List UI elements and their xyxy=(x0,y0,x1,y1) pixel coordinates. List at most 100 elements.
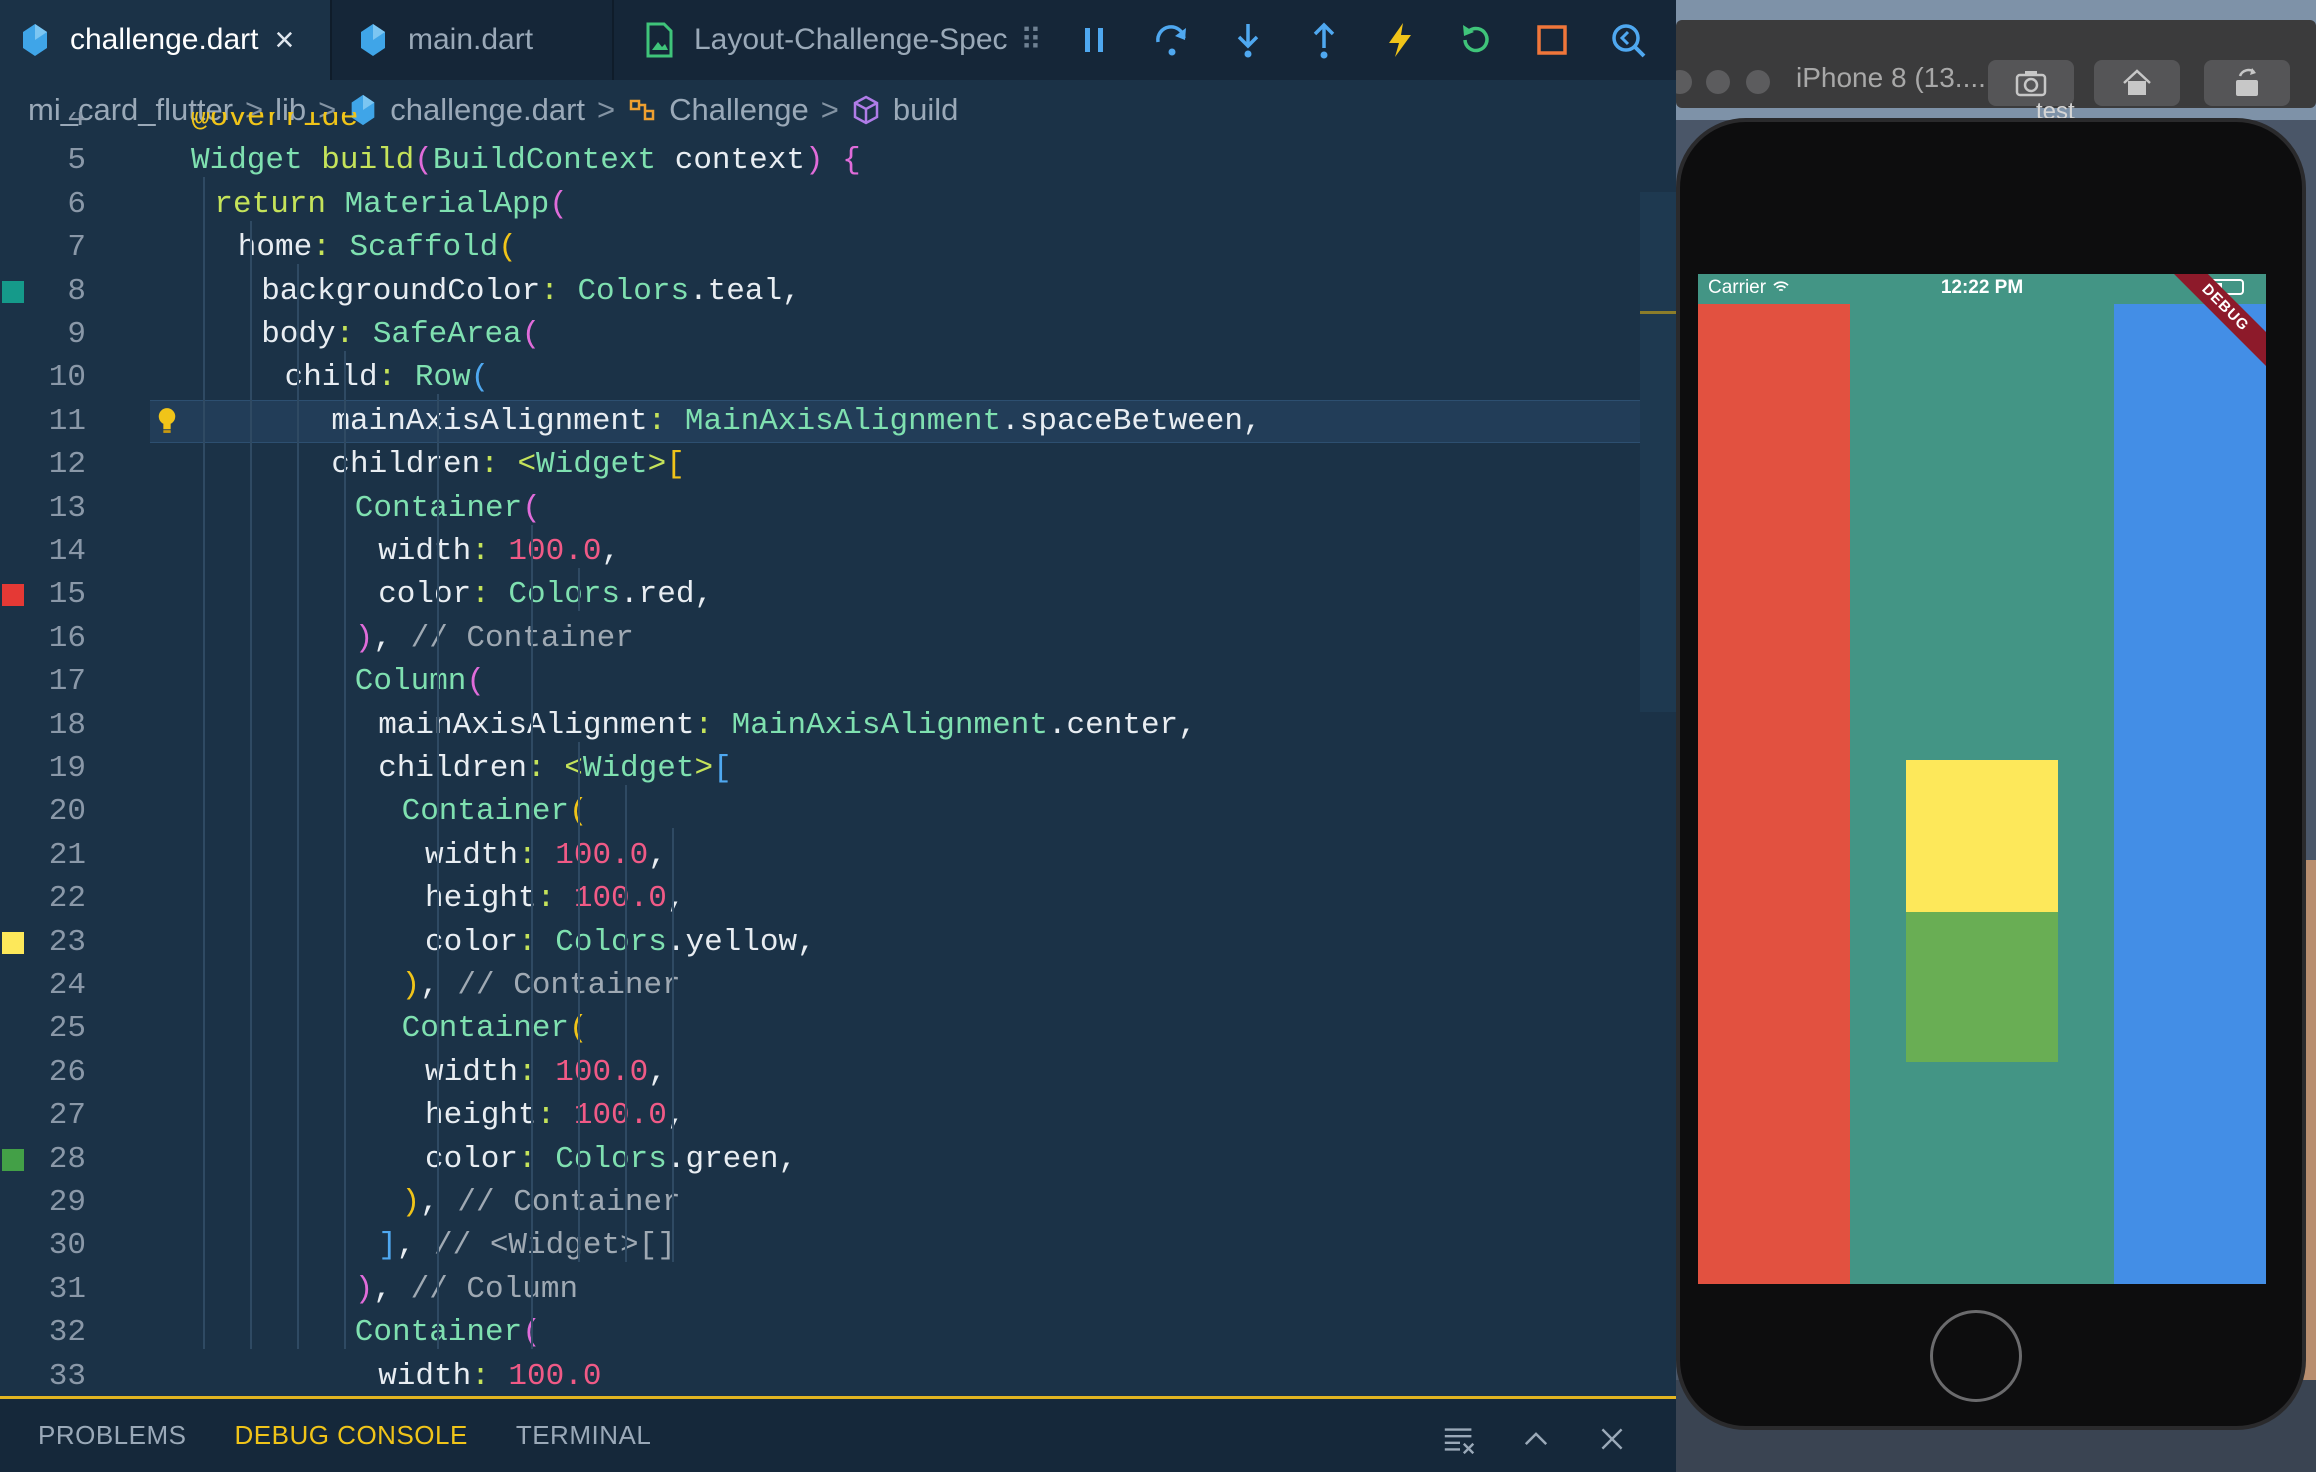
line-number: 28 xyxy=(48,1141,86,1177)
code-area[interactable]: 4 @override 5 Widget build(BuildContext con… xyxy=(0,112,1676,1396)
code-token: , xyxy=(601,534,621,569)
line-number: 22 xyxy=(48,881,86,917)
code-token: BuildContext xyxy=(432,143,657,179)
code-token: : xyxy=(694,707,714,743)
code-token: ) xyxy=(804,143,824,179)
tab-label: Layout-Challenge-Spec xyxy=(694,23,1008,56)
code-token: MaterialApp xyxy=(344,186,550,222)
code-text: ), // Container xyxy=(402,968,681,1003)
debug-toolbar: ⠿ xyxy=(1020,12,1676,68)
code-token: MainAxisAlignment xyxy=(731,707,1048,743)
code-line[interactable]: 4 @override xyxy=(0,112,1676,139)
simulator-title-bar[interactable]: iPhone 8 (13.... xyxy=(1676,20,2316,108)
line-number: 31 xyxy=(48,1271,86,1307)
code-token: children xyxy=(378,751,528,786)
code-token: .spaceBetween, xyxy=(1001,403,1262,439)
code-token: Colors xyxy=(577,273,690,309)
code-token: height xyxy=(425,1098,537,1134)
stop-icon[interactable] xyxy=(1524,12,1580,68)
step-into-icon[interactable] xyxy=(1220,12,1276,68)
code-token: context xyxy=(656,143,805,179)
line-number: 17 xyxy=(48,664,86,700)
code-token: : xyxy=(335,317,355,352)
close-icon[interactable] xyxy=(1592,1419,1632,1459)
code-token: , xyxy=(396,1228,435,1264)
code-token: SafeArea xyxy=(372,317,522,352)
line-number: 29 xyxy=(48,1185,86,1220)
chevron-up-icon[interactable] xyxy=(1516,1419,1556,1459)
code-text: @override xyxy=(191,112,358,135)
code-token: : xyxy=(518,924,537,960)
line-number: 24 xyxy=(48,968,86,1003)
code-token: // <Widget>[] xyxy=(434,1228,676,1264)
code-line[interactable]: 6 return MaterialApp( xyxy=(0,183,1676,226)
home-icon[interactable] xyxy=(2094,60,2180,106)
code-token: : xyxy=(540,273,559,309)
line-number: 4 xyxy=(67,112,86,135)
indent-guide xyxy=(578,741,580,1263)
code-token: , xyxy=(648,1054,667,1090)
line-number: 19 xyxy=(48,751,86,786)
code-token: 100.0 xyxy=(573,881,667,917)
code-token: 100.0 xyxy=(555,837,649,873)
code-token: height xyxy=(425,881,537,917)
code-token: Container xyxy=(401,1011,570,1047)
pause-icon[interactable] xyxy=(1068,12,1124,68)
color-swatch-icon xyxy=(2,1148,24,1171)
code-token: backgroundColor xyxy=(261,273,541,309)
tab-debug-console[interactable]: DEBUG CONSOLE xyxy=(235,1420,468,1451)
window-zoom-icon[interactable] xyxy=(1746,70,1770,94)
clear-console-icon[interactable] xyxy=(1440,1419,1480,1459)
code-token: < xyxy=(564,751,583,786)
drag-grip-icon[interactable]: ⠿ xyxy=(1020,23,1046,58)
app-screen[interactable]: Carrier 12:22 PM DEBUG xyxy=(1698,274,2266,1284)
tab-main-dart[interactable]: main.dart xyxy=(332,0,612,80)
home-button[interactable] xyxy=(1930,1310,2022,1402)
rotate-icon[interactable] xyxy=(2204,60,2290,106)
code-line[interactable]: 5 Widget build(BuildContext context) { xyxy=(0,139,1676,182)
code-line[interactable]: 33 width: 100.0 xyxy=(0,1355,1676,1396)
tab-challenge-dart[interactable]: challenge.dart × xyxy=(0,0,330,80)
code-token: home xyxy=(237,230,313,266)
restart-icon[interactable] xyxy=(1448,12,1504,68)
code-token: > xyxy=(694,751,714,786)
code-token: : xyxy=(377,360,397,396)
overview-ruler[interactable] xyxy=(1640,192,1676,712)
code-token: // Column xyxy=(410,1271,579,1307)
step-out-icon[interactable] xyxy=(1296,12,1352,68)
code-token: Container xyxy=(401,794,570,830)
hot-reload-icon[interactable] xyxy=(1372,12,1428,68)
code-token: return xyxy=(214,186,327,222)
close-icon[interactable]: × xyxy=(274,21,294,60)
line-number: 26 xyxy=(48,1054,86,1090)
tab-layout-challenge-spec[interactable]: Layout-Challenge-Spec xyxy=(614,0,1008,80)
window-close-icon[interactable] xyxy=(1676,70,1692,94)
code-text: children: <Widget>[ xyxy=(378,751,732,786)
code-text: mainAxisAlignment: MainAxisAlignment.spa… xyxy=(331,404,1261,439)
lightbulb-icon[interactable] xyxy=(156,406,178,446)
step-over-icon[interactable] xyxy=(1144,12,1200,68)
dart-icon xyxy=(23,24,47,56)
devtools-icon[interactable] xyxy=(1600,12,1656,68)
tab-terminal[interactable]: TERMINAL xyxy=(516,1420,651,1451)
code-token: .red, xyxy=(620,577,714,613)
line-number: 30 xyxy=(48,1228,86,1264)
code-editor[interactable]: challenge.dart × main.dart Layout-Challe… xyxy=(0,0,1676,1472)
code-text: color: Colors.yellow, xyxy=(425,925,816,960)
code-token: > xyxy=(647,447,667,483)
code-token: : xyxy=(471,534,490,569)
code-token: build xyxy=(321,143,415,179)
window-minimize-icon[interactable] xyxy=(1706,70,1730,94)
code-token: .green, xyxy=(666,1141,798,1177)
code-text: ), // Container xyxy=(402,1185,681,1220)
image-file-icon xyxy=(646,22,673,58)
tab-problems[interactable]: PROBLEMS xyxy=(38,1420,187,1451)
